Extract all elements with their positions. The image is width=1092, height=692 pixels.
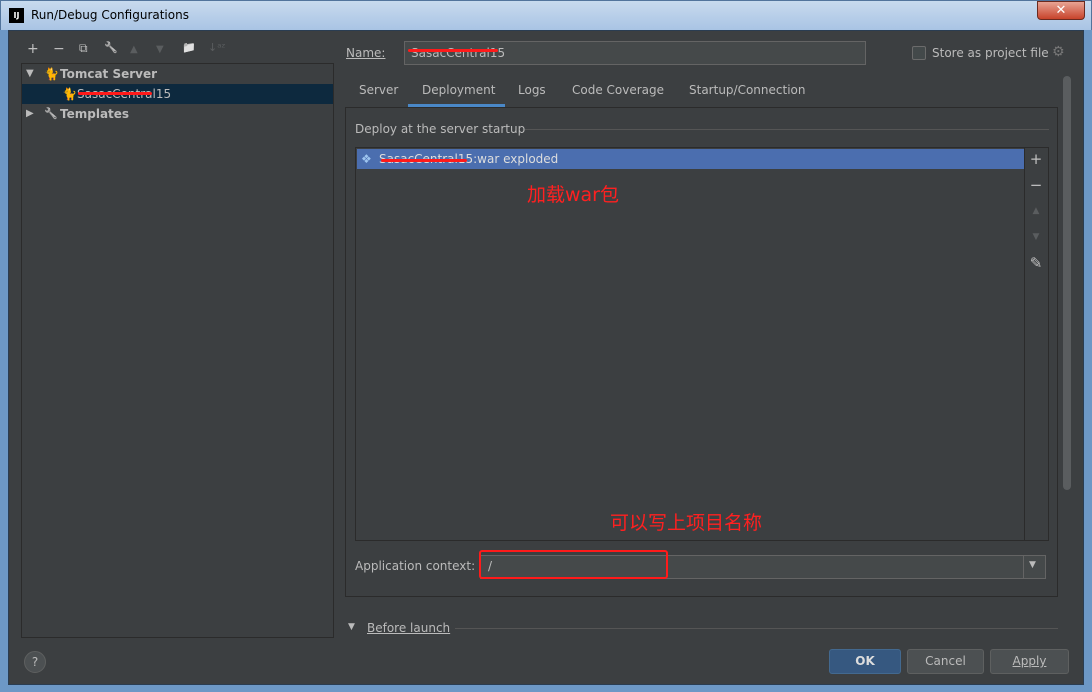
collapse-arrow-icon[interactable]: ▼	[348, 622, 355, 632]
tab-deployment[interactable]: Deployment	[422, 83, 495, 97]
move-up-icon[interactable]: ▲	[130, 44, 138, 55]
annotation-war: 加载war包	[527, 184, 619, 206]
list-item[interactable]: ❖ SasacCentral15:war exploded	[357, 149, 1024, 169]
tree-item-templates[interactable]: ▶ 🔧 Templates	[22, 104, 333, 124]
context-label: Application context:	[355, 559, 476, 573]
store-label: Store as project file	[932, 46, 1049, 60]
name-label: Name:	[346, 46, 386, 60]
tree-item-config[interactable]: 🐈 SasacCentral15	[22, 84, 333, 104]
tab-server[interactable]: Server	[359, 83, 398, 97]
wrench-icon: 🔧	[44, 107, 58, 120]
tab-code-coverage[interactable]: Code Coverage	[572, 83, 664, 97]
gear-icon[interactable]: ⚙	[1052, 44, 1065, 60]
scrollbar[interactable]	[1063, 76, 1071, 490]
annotation-highlight-box	[479, 550, 668, 579]
wrench-icon[interactable]: 🔧	[104, 41, 118, 54]
edit-artifact-icon[interactable]: ✎	[1029, 254, 1043, 272]
tree-item-tomcat-server[interactable]: ▼ 🐈 Tomcat Server	[22, 64, 333, 84]
move-up-icon[interactable]: ▲	[1029, 206, 1043, 216]
artifact-icon: ❖	[361, 152, 372, 166]
annotation-context: 可以写上项目名称	[610, 512, 763, 534]
redaction-mark	[78, 92, 152, 95]
intellij-icon: IJ	[9, 8, 24, 23]
remove-artifact-icon[interactable]: −	[1029, 176, 1043, 194]
ok-button[interactable]: OK	[829, 649, 901, 674]
help-button[interactable]: ?	[24, 651, 46, 673]
tab-startup-connection[interactable]: Startup/Connection	[689, 83, 805, 97]
store-checkbox[interactable]	[912, 46, 926, 60]
name-input[interactable]	[404, 41, 866, 65]
window-title: Run/Debug Configurations	[31, 8, 189, 22]
apply-button[interactable]: Apply	[990, 649, 1069, 674]
cancel-button[interactable]: Cancel	[907, 649, 984, 674]
add-artifact-icon[interactable]: +	[1029, 150, 1043, 168]
chevron-down-icon[interactable]: ▼	[1029, 560, 1036, 570]
sort-icon[interactable]: ↓ᵃᶻ	[208, 41, 226, 54]
close-button[interactable]: ✕	[1037, 1, 1085, 20]
divider	[525, 129, 1049, 130]
redaction-mark	[381, 159, 467, 162]
move-down-icon[interactable]: ▼	[1029, 232, 1043, 242]
expand-arrow-icon[interactable]: ▼	[26, 64, 34, 84]
add-icon[interactable]: +	[27, 41, 39, 57]
divider	[455, 628, 1058, 629]
copy-icon[interactable]: ⧉	[79, 41, 88, 56]
remove-icon[interactable]: −	[53, 41, 65, 57]
move-down-icon[interactable]: ▼	[156, 44, 164, 55]
config-tree: ▼ 🐈 Tomcat Server 🐈 SasacCentral15 ▶ 🔧 T…	[21, 63, 334, 638]
folder-add-icon[interactable]: 📁	[182, 41, 196, 54]
title-bar: IJ Run/Debug Configurations	[0, 0, 1092, 30]
expand-arrow-icon[interactable]: ▶	[26, 104, 34, 124]
tomcat-icon: 🐈	[44, 67, 59, 81]
before-launch-label[interactable]: Before launch	[367, 621, 450, 635]
redaction-mark	[408, 49, 498, 52]
deployment-list: ❖ SasacCentral15:war exploded	[355, 147, 1049, 541]
section-title: Deploy at the server startup	[355, 122, 526, 136]
tomcat-icon: 🐈	[62, 87, 77, 101]
tab-logs[interactable]: Logs	[518, 83, 546, 97]
